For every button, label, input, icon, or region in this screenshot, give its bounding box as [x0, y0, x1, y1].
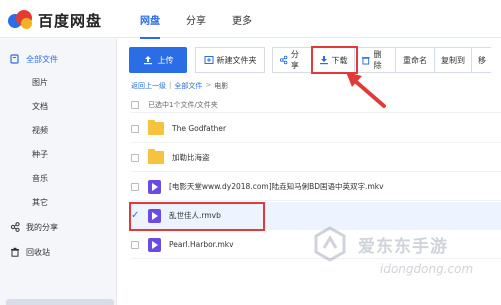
breadcrumb-all-files[interactable]: 全部文件 [174, 81, 202, 91]
sidebar-item-label: 图片 [32, 77, 48, 87]
sidebar-item-label: 视频 [32, 125, 48, 135]
sidebar: 全部文件 图片 文档 视频 种子 音乐 其它 我的分享 回收站 [0, 39, 117, 305]
list-header: 已选中1个文件/文件夹 [131, 97, 501, 113]
sidebar-item-label: 文档 [32, 101, 48, 111]
copy-to-button[interactable]: 复制到 [434, 47, 472, 73]
row-checkbox[interactable] [131, 124, 139, 133]
folder-icon [10, 54, 19, 64]
sidebar-item-documents[interactable]: 文档 [0, 96, 117, 116]
sidebar-item-all-files[interactable]: 全部文件 [0, 49, 117, 69]
trash-icon [361, 57, 370, 65]
video-file-icon [148, 179, 161, 194]
new-folder-icon [204, 56, 213, 64]
breadcrumb-separator: | [169, 81, 172, 89]
rename-button[interactable]: 重命名 [395, 47, 435, 73]
new-folder-button[interactable]: 新建文件夹 [195, 47, 265, 73]
row-checkbox[interactable] [131, 153, 139, 162]
sidebar-item-label: 全部文件 [26, 54, 58, 64]
copy-to-label: 复制到 [441, 55, 465, 65]
sidebar-storage-bar [6, 299, 114, 305]
list-item[interactable]: [电影天堂www.dy2018.com]陆垚知马俐BD国语中英双字.mkv [131, 173, 501, 201]
watermark-title: 爱东东手游 [358, 237, 448, 257]
watermark-logo-icon [314, 226, 346, 262]
selection-status: 已选中1个文件/文件夹 [148, 100, 218, 109]
file-name[interactable]: 加勒比海盗 [172, 152, 210, 163]
sidebar-item-other[interactable]: 其它 [0, 192, 117, 212]
sidebar-item-label: 回收站 [26, 247, 50, 257]
file-name[interactable]: The Godfather [172, 124, 226, 133]
sidebar-item-label: 音乐 [32, 173, 48, 183]
sidebar-item-recycle-bin[interactable]: 回收站 [0, 242, 117, 262]
sidebar-item-videos[interactable]: 视频 [0, 120, 117, 140]
toolbar: 上传 新建文件夹 分享 下载 删除 重命名 复制到 移 [129, 47, 491, 73]
row-checkbox[interactable] [131, 240, 139, 249]
trash-icon [11, 247, 19, 257]
list-item[interactable]: 加勒比海盗 [131, 144, 501, 172]
tab-netdisk[interactable]: 网盘 [140, 12, 160, 39]
watermark-url: idongdong.com [380, 262, 474, 276]
tab-more[interactable]: 更多 [232, 12, 252, 38]
top-nav: 网盘 分享 更多 [140, 12, 278, 39]
select-all-checkbox[interactable] [131, 100, 139, 109]
sidebar-item-label: 我的分享 [26, 222, 58, 232]
folder-icon [148, 149, 164, 164]
move-button[interactable]: 移 [471, 47, 491, 73]
tab-share[interactable]: 分享 [186, 12, 206, 38]
top-header: 百度网盘 网盘 分享 更多 [0, 0, 501, 39]
sidebar-item-my-shares[interactable]: 我的分享 [0, 217, 117, 237]
sidebar-item-label: 种子 [32, 149, 48, 159]
back-link[interactable]: 返回上一级 [131, 81, 166, 91]
rename-label: 重命名 [403, 55, 427, 65]
share-button[interactable]: 分享 [272, 47, 312, 73]
sidebar-item-music[interactable]: 音乐 [0, 168, 117, 188]
share-icon [10, 222, 20, 232]
share-label: 分享 [290, 50, 299, 70]
upload-label: 上传 [157, 55, 174, 65]
baidu-cloud-logo-icon [8, 10, 34, 30]
file-highlight-box [129, 202, 265, 231]
sidebar-item-torrents[interactable]: 种子 [0, 144, 117, 164]
share-icon [279, 55, 288, 65]
upload-icon [143, 56, 152, 65]
breadcrumb: 返回上一级 | 全部文件 > 电影 [131, 81, 231, 91]
folder-icon [148, 120, 164, 135]
breadcrumb-arrow: > [205, 81, 212, 89]
watermark: 爱东东手游 idongdong.com [300, 224, 501, 305]
breadcrumb-current: 电影 [214, 82, 229, 90]
move-label: 移 [478, 55, 486, 65]
new-folder-label: 新建文件夹 [216, 55, 257, 65]
video-file-icon [148, 237, 161, 252]
list-item[interactable]: The Godfather [131, 115, 501, 143]
logo-text: 百度网盘 [38, 11, 103, 30]
file-name[interactable]: [电影天堂www.dy2018.com]陆垚知马俐BD国语中英双字.mkv [169, 181, 384, 192]
logo[interactable]: 百度网盘 [8, 9, 102, 31]
upload-button[interactable]: 上传 [129, 47, 187, 73]
row-checkbox[interactable] [131, 182, 139, 191]
sidebar-item-label: 其它 [32, 197, 48, 207]
file-name[interactable]: Pearl.Harbor.mkv [169, 240, 234, 249]
sidebar-item-images[interactable]: 图片 [0, 72, 117, 92]
delete-label: 删除 [373, 50, 382, 70]
